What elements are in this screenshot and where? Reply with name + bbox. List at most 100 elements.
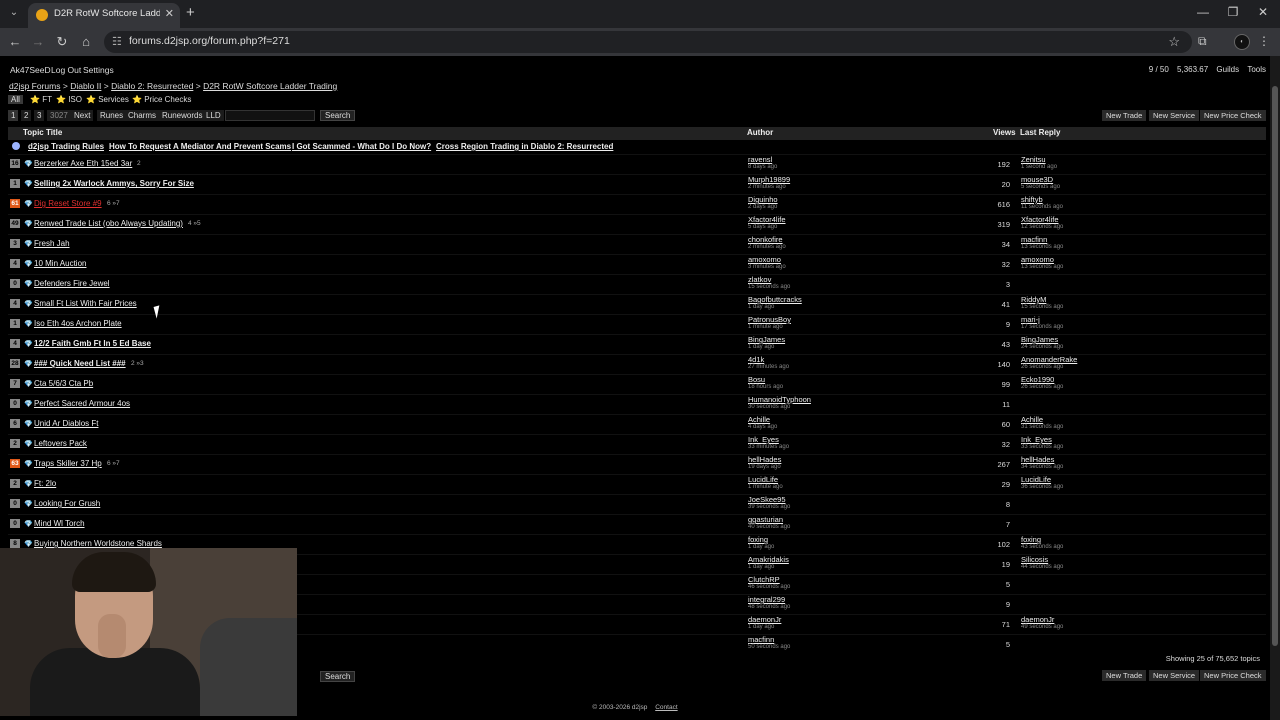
topic-title-link[interactable]: Selling 2x Warlock Ammys, Sorry For Size [34,179,194,188]
last-reply-link[interactable]: mari-j [1021,315,1040,324]
close-tab-icon[interactable]: ✕ [165,7,174,20]
author-link[interactable]: daemonJr [748,615,781,624]
author-link[interactable]: Achille [748,415,770,424]
topic-title-link[interactable]: Ft: 2lo [34,479,56,488]
filter-iso[interactable]: ⭐ ISO [56,95,82,104]
new-price-check-button-bottom[interactable]: New Price Check [1200,670,1266,681]
topic-title-link[interactable]: ### Quick Need List ### [34,359,126,368]
topic-title-link[interactable]: Looking For Grush [34,499,100,508]
filter-services[interactable]: ⭐ Services [86,95,129,104]
author-link[interactable]: foxing [748,535,768,544]
author-link[interactable]: amoxomo [748,255,781,264]
topic-title-link[interactable]: Leftovers Pack [34,439,87,448]
tools-link[interactable]: Tools [1247,65,1266,74]
topic-title-link[interactable]: Cta 5/6/3 Cta Pb [34,379,93,388]
bookmark-star-icon[interactable]: ☆ [1168,34,1180,50]
last-reply-link[interactable]: AnomanderRake [1021,355,1077,364]
last-reply-link[interactable]: shiftyb [1021,195,1043,204]
author-link[interactable]: zlatkov [748,275,771,284]
last-reply-link[interactable]: Ecko1990 [1021,375,1054,384]
new-trade-button-bottom[interactable]: New Trade [1102,670,1147,681]
author-link[interactable]: hellHades [748,455,781,464]
last-reply-link[interactable]: Achille [1021,415,1043,424]
filter-price-checks[interactable]: ⭐ Price Checks [132,95,191,104]
topic-title-link[interactable]: Defenders Fire Jewel [34,279,110,288]
topic-title-link[interactable]: 12/2 Faith Gmb Ft In 5 Ed Base [34,339,151,348]
profile-avatar[interactable]: ◐ [1234,34,1250,50]
last-reply-link[interactable]: BingJames [1021,335,1058,344]
cat-charms[interactable]: Charms [125,110,160,121]
last-reply-link[interactable]: Zenitsu [1021,155,1046,164]
author-link[interactable]: PatronusBoy [748,315,791,324]
new-tab-icon[interactable]: + [186,4,195,21]
search-button[interactable]: Search [320,110,356,121]
last-reply-link[interactable]: hellHades [1021,455,1054,464]
breadcrumb-forums[interactable]: d2jsp Forums [9,81,61,91]
scroll-thumb[interactable] [1272,86,1278,646]
author-link[interactable]: ClutchRP [748,575,780,584]
site-info-icon[interactable]: ☷ [112,35,122,48]
page-2[interactable]: 2 [21,110,32,121]
gold-amount[interactable]: 5,363.67 [1177,65,1208,74]
topic-title-link[interactable]: Berzerker Axe Eth 15ed 3ar [34,159,132,168]
new-service-button[interactable]: New Service [1149,110,1200,121]
author-link[interactable]: Bosu [748,375,765,384]
author-link[interactable]: ravensl [748,155,772,164]
topic-title-link[interactable]: Perfect Sacred Armour 4os [34,399,130,408]
last-reply-link[interactable]: LucidLife [1021,475,1051,484]
logout-link[interactable]: Log Out [51,65,81,75]
author-link[interactable]: BingJames [748,335,785,344]
breadcrumb-current[interactable]: D2R RotW Softcore Ladder Trading [203,81,337,91]
header-author[interactable]: Author [747,128,773,137]
topic-title-link[interactable]: Renwed Trade List (obo Always Updating) [34,219,183,228]
page-3[interactable]: 3 [34,110,45,121]
breadcrumb-d2r[interactable]: Diablo 2: Resurrected [111,81,193,91]
header-views[interactable]: Views [993,128,1016,137]
minimize-icon[interactable]: — [1193,5,1213,19]
author-link[interactable]: Diguinho [748,195,778,204]
topic-title-link[interactable]: Traps Skiller 37 Hp [34,459,102,468]
menu-dots-icon[interactable]: ⋮ [1258,34,1270,48]
page-1[interactable]: 1 [8,110,19,121]
last-reply-link[interactable]: daemonJr [1021,615,1054,624]
sticky-scammed[interactable]: I Got Scammed - What Do I Do Now? [292,142,431,151]
breadcrumb-diablo2[interactable]: Diablo II [70,81,101,91]
topic-title-link[interactable]: Buying Northern Worldstone Shards [34,539,162,548]
settings-link[interactable]: Settings [83,65,114,75]
author-link[interactable]: Bagofbuttcracks [748,295,802,304]
filter-ft[interactable]: ⭐ FT [30,95,52,104]
forward-icon[interactable]: → [29,34,47,49]
window-close-icon[interactable]: ✕ [1253,5,1273,19]
search-input[interactable] [225,110,315,121]
topic-title-link[interactable]: Dig Reset Store #9 [34,199,102,208]
new-price-check-button[interactable]: New Price Check [1200,110,1266,121]
page-scrollbar[interactable] [1270,56,1280,720]
cat-runes[interactable]: Runes [97,110,127,121]
author-link[interactable]: macfinn [748,635,774,644]
author-link[interactable]: 4d1k [748,355,764,364]
header-topic[interactable]: Topic Title [23,128,62,137]
sticky-cross-region[interactable]: Cross Region Trading in Diablo 2: Resurr… [436,142,613,151]
sticky-mediator[interactable]: How To Request A Mediator And Prevent Sc… [109,142,291,151]
page-last[interactable]: 3027 [47,110,71,121]
topic-pages[interactable]: 6 »7 [107,200,120,207]
last-reply-link[interactable]: RiddyM [1021,295,1046,304]
author-link[interactable]: JoeSkee95 [748,495,786,504]
filter-all[interactable]: All [8,95,23,104]
extensions-icon[interactable]: ⧉ [1198,34,1207,49]
topic-title-link[interactable]: Iso Eth 4os Archon Plate [34,319,122,328]
author-link[interactable]: Amakridakis [748,555,789,564]
author-link[interactable]: ggasturian [748,515,783,524]
home-icon[interactable]: ⌂ [77,34,95,49]
topic-title-link[interactable]: Fresh Jah [34,239,70,248]
author-link[interactable]: Xfactor4life [748,215,786,224]
next-page[interactable]: Next [71,110,94,121]
topic-title-link[interactable]: Unid Ar Diablos Ft [34,419,98,428]
reload-icon[interactable]: ↻ [53,34,71,50]
cat-runewords[interactable]: Runewords [159,110,206,121]
author-link[interactable]: HumanoidTyphoon [748,395,811,404]
back-icon[interactable]: ← [6,34,24,49]
username-link[interactable]: Ak47SeeD [10,65,51,75]
topic-title-link[interactable]: Small Ft List With Fair Prices [34,299,137,308]
author-link[interactable]: chonkofire [748,235,783,244]
